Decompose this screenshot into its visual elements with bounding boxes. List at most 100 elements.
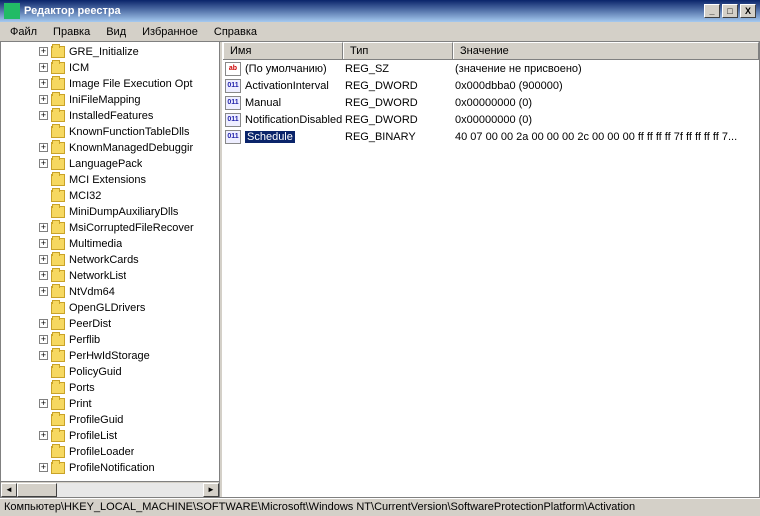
minimize-button[interactable]: _ — [704, 4, 720, 18]
folder-icon — [51, 62, 65, 74]
tree-item[interactable]: + PeerDist — [1, 316, 219, 332]
expand-icon[interactable]: + — [39, 143, 48, 152]
maximize-button[interactable]: □ — [722, 4, 738, 18]
expand-icon[interactable]: + — [39, 239, 48, 248]
window-controls: _ □ X — [704, 4, 756, 18]
list-row[interactable]: 011ActivationIntervalREG_DWORD0x000dbba0… — [223, 77, 759, 94]
column-header-value[interactable]: Значение — [453, 42, 759, 59]
cell-name: Schedule — [245, 131, 345, 143]
scroll-right-button[interactable]: ► — [203, 483, 219, 497]
folder-icon — [51, 110, 65, 122]
folder-icon — [51, 382, 65, 394]
tree-label: PerHwIdStorage — [69, 350, 150, 362]
tree-item[interactable]: MiniDumpAuxiliaryDlls — [1, 204, 219, 220]
menu-item-2[interactable]: Вид — [98, 24, 134, 40]
folder-icon — [51, 142, 65, 154]
scroll-left-button[interactable]: ◄ — [1, 483, 17, 497]
tree-item[interactable]: +InstalledFeatures — [1, 108, 219, 124]
expand-icon[interactable]: + — [39, 271, 48, 280]
tree-item[interactable]: PolicyGuid — [1, 364, 219, 380]
tree-item[interactable]: + ICM — [1, 60, 219, 76]
expand-icon[interactable]: + — [39, 159, 48, 168]
tree-item[interactable]: OpenGLDrivers — [1, 300, 219, 316]
list-row[interactable]: 011ManualREG_DWORD0x00000000 (0) — [223, 94, 759, 111]
tree-label: LanguagePack — [69, 158, 142, 170]
tree-label: MsiCorruptedFileRecover — [69, 222, 194, 234]
main-area: +GRE_Initialize+ICM+Image File Execution… — [0, 42, 760, 498]
tree-item[interactable]: Ports — [1, 380, 219, 396]
expand-icon[interactable]: + — [39, 223, 48, 232]
tree-label: MCI Extensions — [69, 174, 146, 186]
menu-item-4[interactable]: Справка — [206, 24, 265, 40]
menubar: ФайлПравкаВидИзбранноеСправка — [0, 22, 760, 42]
tree-label: PeerDist — [69, 318, 111, 330]
expand-icon[interactable]: + — [39, 287, 48, 296]
folder-icon — [51, 254, 65, 266]
cell-name: Manual — [245, 97, 345, 109]
tree-item[interactable]: + LanguagePack — [1, 156, 219, 172]
tree-label: NtVdm64 — [69, 286, 115, 298]
tree-label: MiniDumpAuxiliaryDlls — [69, 206, 178, 218]
tree-item[interactable]: + NtVdm64 — [1, 284, 219, 300]
folder-icon — [51, 78, 65, 90]
scroll-thumb[interactable] — [17, 483, 57, 497]
expand-icon[interactable]: + — [39, 351, 48, 360]
tree-item[interactable]: + PerHwIdStorage — [1, 348, 219, 364]
scroll-track[interactable] — [17, 483, 203, 497]
tree-item[interactable]: + NetworkList — [1, 268, 219, 284]
tree-label: Perflib — [69, 334, 100, 346]
cell-type: REG_DWORD — [345, 97, 455, 109]
column-header-type[interactable]: Тип — [343, 42, 453, 59]
list-body[interactable]: ab(По умолчанию)REG_SZ(значение не присв… — [223, 60, 759, 497]
list-row[interactable]: 011NotificationDisabledREG_DWORD0x000000… — [223, 111, 759, 128]
tree-item[interactable]: + ProfileNotification — [1, 460, 219, 476]
tree-item[interactable]: +NetworkCards — [1, 252, 219, 268]
tree-item[interactable]: +Print — [1, 396, 219, 412]
tree-item[interactable]: +GRE_Initialize — [1, 44, 219, 60]
tree-item[interactable]: +KnownManagedDebuggir — [1, 140, 219, 156]
tree-label: ICM — [69, 62, 89, 74]
app-icon — [4, 3, 20, 19]
expand-icon[interactable]: + — [39, 63, 48, 72]
tree-label: ProfileLoader — [69, 446, 134, 458]
list-row[interactable]: 011ScheduleREG_BINARY40 07 00 00 2a 00 0… — [223, 128, 759, 145]
tree-item[interactable]: + MsiCorruptedFileRecover — [1, 220, 219, 236]
tree-item[interactable]: +IniFileMapping — [1, 92, 219, 108]
menu-item-0[interactable]: Файл — [2, 24, 45, 40]
tree-label: Multimedia — [69, 238, 122, 250]
tree-label: ProfileNotification — [69, 462, 155, 474]
column-header-name[interactable]: Имя — [223, 42, 343, 59]
menu-item-3[interactable]: Избранное — [134, 24, 206, 40]
expand-icon[interactable]: + — [39, 399, 48, 408]
folder-icon — [51, 126, 65, 138]
expand-icon[interactable]: + — [39, 319, 48, 328]
menu-item-1[interactable]: Правка — [45, 24, 98, 40]
expand-icon[interactable]: + — [39, 335, 48, 344]
titlebar: Редактор реестра _ □ X — [0, 0, 760, 22]
folder-icon — [51, 46, 65, 58]
list-row[interactable]: ab(По умолчанию)REG_SZ(значение не присв… — [223, 60, 759, 77]
cell-type: REG_DWORD — [345, 80, 455, 92]
tree-item[interactable]: +ProfileList — [1, 428, 219, 444]
tree-item[interactable]: + Perflib — [1, 332, 219, 348]
expand-icon[interactable]: + — [39, 111, 48, 120]
tree-item[interactable]: MCI Extensions — [1, 172, 219, 188]
folder-icon — [51, 446, 65, 458]
list-pane: Имя Тип Значение ab(По умолчанию)REG_SZ(… — [223, 42, 759, 497]
expand-icon[interactable]: + — [39, 463, 48, 472]
tree-content[interactable]: +GRE_Initialize+ICM+Image File Execution… — [1, 42, 219, 481]
expand-icon[interactable]: + — [39, 431, 48, 440]
expand-icon[interactable]: + — [39, 95, 48, 104]
tree-item[interactable]: MCI32 — [1, 188, 219, 204]
tree-item[interactable]: KnownFunctionTableDlls — [1, 124, 219, 140]
close-button[interactable]: X — [740, 4, 756, 18]
tree-item[interactable]: + Multimedia — [1, 236, 219, 252]
expand-icon[interactable]: + — [39, 255, 48, 264]
expand-icon[interactable]: + — [39, 47, 48, 56]
tree-item[interactable]: ProfileGuid — [1, 412, 219, 428]
tree-item[interactable]: +Image File Execution Opt — [1, 76, 219, 92]
tree-label: NetworkList — [69, 270, 126, 282]
tree-label: PolicyGuid — [69, 366, 122, 378]
tree-item[interactable]: ProfileLoader — [1, 444, 219, 460]
expand-icon[interactable]: + — [39, 79, 48, 88]
